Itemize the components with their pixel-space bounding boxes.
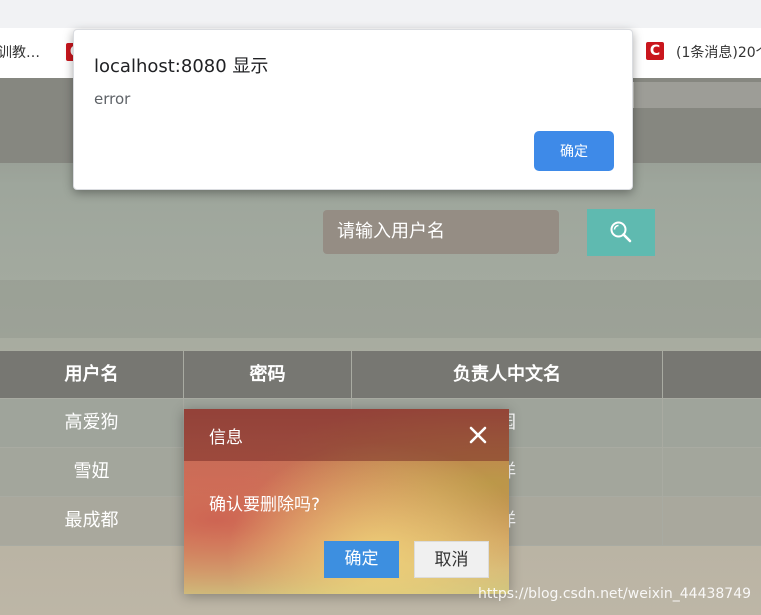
toolbar-band xyxy=(0,280,761,338)
cell-username: 高爱狗 xyxy=(0,399,184,447)
column-header-manager-name: 负责人中文名 xyxy=(352,351,663,398)
browser-tab-strip xyxy=(0,0,761,28)
cell-actions xyxy=(663,448,761,496)
search-button[interactable] xyxy=(587,209,655,256)
dialog-message: 确认要删除吗? xyxy=(209,495,321,515)
table-header: 用户名 密码 负责人中文名 xyxy=(0,351,761,399)
csdn-icon[interactable]: C xyxy=(646,42,664,60)
dialog-header: 信息 xyxy=(184,409,509,461)
bookmark-item-right[interactable]: (1条消息)20个 xyxy=(676,42,761,62)
dialog-title: 信息 xyxy=(209,428,243,448)
cell-actions xyxy=(663,399,761,447)
bookmark-item-left[interactable]: 训教… xyxy=(0,42,40,62)
banner-field xyxy=(633,82,761,108)
browser-alert-dialog: localhost:8080 显示 error 确定 xyxy=(73,29,633,190)
dialog-cancel-button[interactable]: 取消 xyxy=(414,541,489,578)
search-input[interactable]: 请输入用户名 xyxy=(323,210,559,254)
cell-username: 最成都 xyxy=(0,497,184,545)
alert-title: localhost:8080 显示 xyxy=(94,56,269,77)
alert-ok-button[interactable]: 确定 xyxy=(534,131,614,171)
alert-message: error xyxy=(94,90,131,108)
watermark: https://blog.csdn.net/weixin_44438749 xyxy=(478,586,752,602)
column-header-username: 用户名 xyxy=(0,351,184,398)
close-icon[interactable] xyxy=(469,426,487,444)
cell-actions xyxy=(663,497,761,545)
search-icon xyxy=(610,221,632,243)
confirm-dialog: 信息 确认要删除吗? 确定 取消 xyxy=(184,409,509,594)
dialog-confirm-button[interactable]: 确定 xyxy=(324,541,399,578)
column-header-password: 密码 xyxy=(184,351,352,398)
column-header-actions xyxy=(663,351,761,398)
cell-username: 雪妞 xyxy=(0,448,184,496)
